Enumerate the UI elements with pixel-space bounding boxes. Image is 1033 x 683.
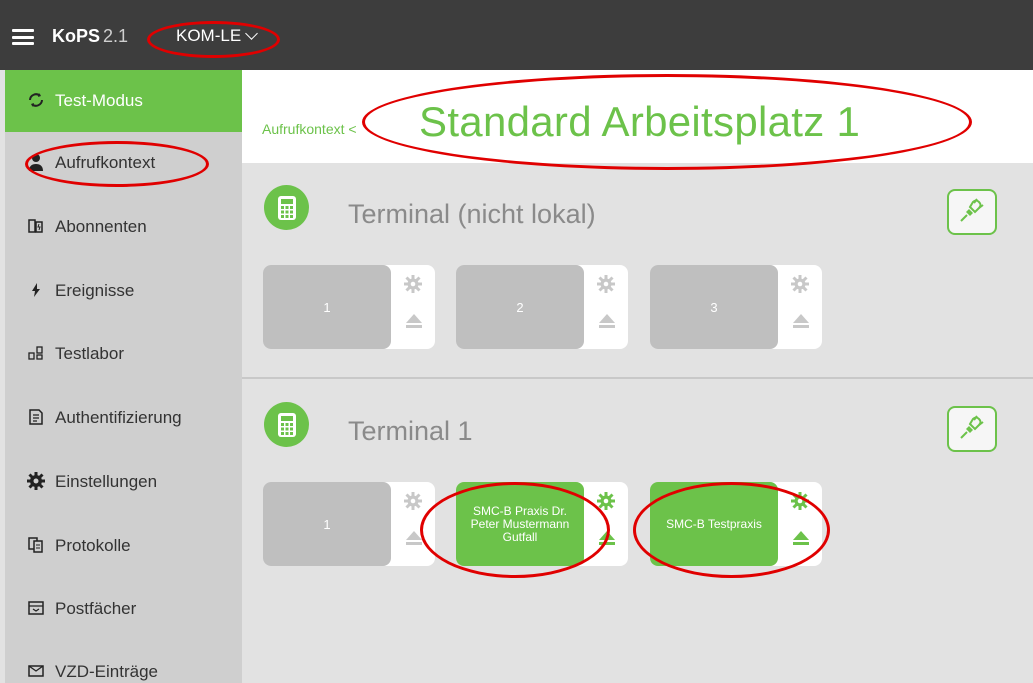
lightning-icon <box>25 282 47 300</box>
sidebar-item-testlabor[interactable]: Testlabor <box>5 323 242 385</box>
terminal-title: Terminal 1 <box>348 416 473 446</box>
sidebar-item-einstellungen[interactable]: Einstellungen <box>5 451 242 513</box>
card-slot-button[interactable]: 3 <box>650 265 778 349</box>
app-name: KoPS <box>52 26 101 46</box>
gear-icon <box>25 471 47 493</box>
lab-icon <box>25 345 47 363</box>
eject-icon[interactable] <box>405 530 423 546</box>
gear-icon[interactable] <box>791 492 809 510</box>
sidebar-item-aufrufkontext[interactable]: Aufrufkontext <box>5 132 242 194</box>
connect-plug-button[interactable] <box>947 189 997 235</box>
sidebar: Test-Modus Aufrufkontext Abonnenten Erei… <box>5 70 242 683</box>
chevron-down-icon <box>245 27 259 40</box>
sidebar-item-label: Protokolle <box>55 536 131 555</box>
gear-icon[interactable] <box>597 275 615 293</box>
context-value: KOM-LE <box>176 26 242 45</box>
calculator-icon <box>264 402 309 447</box>
sidebar-item-protokolle[interactable]: Protokolle <box>5 515 242 577</box>
gear-icon[interactable] <box>404 492 422 510</box>
sidebar-item-label: Einstellungen <box>55 472 158 491</box>
sidebar-item-vzd-eintraege[interactable]: VZD-Einträge <box>5 641 242 683</box>
card-slot-button[interactable]: 1 <box>263 265 391 349</box>
app-brand: KoPS 2.1 <box>52 26 128 47</box>
card-slot: SMC-B Testpraxis <box>650 482 822 566</box>
sidebar-item-postfaecher[interactable]: Postfächer <box>5 578 242 640</box>
plug-icon <box>957 195 987 230</box>
eject-icon[interactable] <box>598 530 616 546</box>
calculator-icon <box>264 185 309 230</box>
gear-icon[interactable] <box>791 275 809 293</box>
eject-icon[interactable] <box>598 313 616 329</box>
sidebar-item-label: VZD-Einträge <box>55 662 158 681</box>
sidebar-item-label: Abonnenten <box>55 217 147 236</box>
copy-document-icon <box>25 536 47 556</box>
refresh-icon <box>25 92 47 111</box>
sidebar-item-authentifizierung[interactable]: Authentifizierung <box>5 387 242 449</box>
card-slot: 2 <box>456 265 628 349</box>
page-header: Aufrufkontext < Standard Arbeitsplatz 1 <box>242 70 1033 163</box>
sidebar-item-abonnenten[interactable]: Abonnenten <box>5 196 242 258</box>
subscribers-icon <box>25 218 47 237</box>
person-icon <box>25 153 47 174</box>
connect-plug-button[interactable] <box>947 406 997 452</box>
sidebar-item-label: Aufrufkontext <box>55 153 156 172</box>
terminal-title: Terminal (nicht lokal) <box>348 199 596 229</box>
sidebar-item-label: Test-Modus <box>55 91 143 110</box>
card-slot: SMC-B Praxis Dr. Peter Mustermann Gutfal… <box>456 482 628 566</box>
sidebar-item-label: Postfächer <box>55 599 137 618</box>
breadcrumb[interactable]: Aufrufkontext < <box>262 121 357 137</box>
sidebar-item-label: Testlabor <box>55 344 124 363</box>
envelope-icon <box>25 664 47 680</box>
hamburger-menu-icon[interactable] <box>12 29 34 45</box>
app-version: 2.1 <box>103 26 129 46</box>
eject-icon[interactable] <box>792 530 810 546</box>
terminal-panel: Terminal (nicht lokal) 1 2 3 <box>242 163 1033 353</box>
card-slot: 3 <box>650 265 822 349</box>
card-slot-button[interactable]: 2 <box>456 265 584 349</box>
page-title: Standard Arbeitsplatz 1 <box>419 98 861 145</box>
top-bar: KoPS 2.1 KOM-LE <box>0 0 1033 70</box>
plug-icon <box>957 412 987 447</box>
divider <box>242 377 1033 379</box>
sidebar-item-label: Ereignisse <box>55 281 135 300</box>
smc-b-card-button[interactable]: SMC-B Testpraxis <box>650 482 778 566</box>
sidebar-item-test-modus[interactable]: Test-Modus <box>5 70 242 132</box>
sidebar-item-ereignisse[interactable]: Ereignisse <box>5 260 242 322</box>
smc-b-card-button[interactable]: SMC-B Praxis Dr. Peter Mustermann Gutfal… <box>456 482 584 566</box>
eject-icon[interactable] <box>405 313 423 329</box>
gear-icon[interactable] <box>597 492 615 510</box>
context-dropdown[interactable]: KOM-LE <box>176 26 259 46</box>
eject-icon[interactable] <box>792 313 810 329</box>
gear-icon[interactable] <box>404 275 422 293</box>
sidebar-item-label: Authentifizierung <box>55 408 182 427</box>
card-slot-button[interactable]: 1 <box>263 482 391 566</box>
document-key-icon <box>25 408 47 428</box>
card-slot: 1 <box>263 482 435 566</box>
card-slot: 1 <box>263 265 435 349</box>
terminal-panel: Terminal 1 1 SMC-B Praxis Dr. Peter Must… <box>242 380 1033 570</box>
mailbox-icon <box>25 600 47 618</box>
